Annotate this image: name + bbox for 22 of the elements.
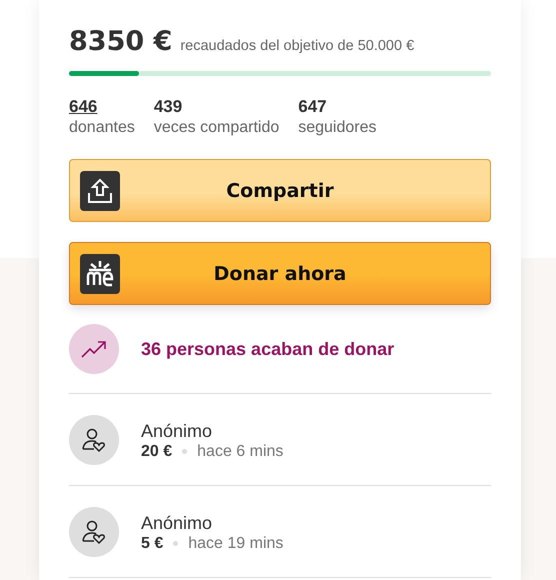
stat-link[interactable]: 646	[69, 96, 98, 117]
donation-amount: 5 €	[141, 534, 164, 552]
upload-icon	[80, 170, 120, 210]
donate-button[interactable]: Donar ahora	[69, 242, 491, 305]
goal-text: recaudados del objetivo de 50.000 €	[180, 38, 414, 54]
donation-time: hace 19 mins	[188, 534, 284, 552]
donor-name: Anónimo	[141, 420, 214, 442]
stat-label: seguidores	[298, 118, 377, 138]
stat-label: donantes	[69, 118, 135, 138]
donor-icon	[81, 426, 107, 452]
stat-value: 647	[298, 96, 327, 117]
donor-name: Anónimo	[141, 512, 214, 534]
activity-text: 36 personas acaban de donar	[141, 338, 394, 360]
donation-time: hace 6 mins	[197, 442, 284, 460]
share-button[interactable]: Compartir	[69, 159, 491, 222]
donor-icon	[81, 518, 107, 544]
stat-value: 439	[154, 96, 182, 117]
stat-label: veces compartido	[154, 118, 280, 138]
donation-amount: 20 €	[141, 442, 172, 460]
raised-amount: 8350 €	[69, 26, 172, 57]
logo-icon	[80, 254, 120, 294]
trending-up-icon	[81, 340, 107, 358]
